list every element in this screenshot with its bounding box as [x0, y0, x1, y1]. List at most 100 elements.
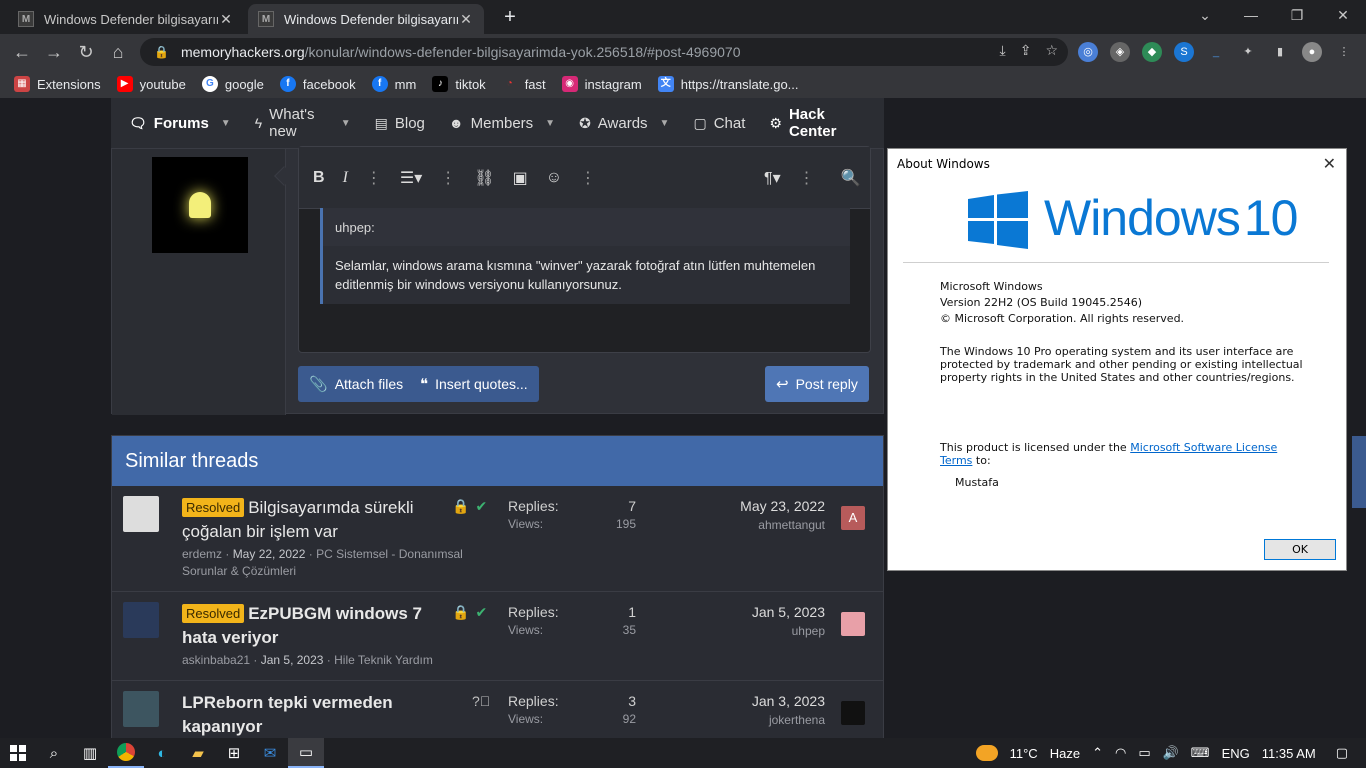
last-post[interactable]: Jan 5, 2023 uhpep	[752, 604, 825, 638]
bookmark-extensions[interactable]: ▦ Extensions	[14, 76, 101, 92]
address-bar[interactable]: 🔒 memoryhackers.org /konular/windows-def…	[140, 38, 1068, 66]
chrome-icon[interactable]	[108, 738, 144, 768]
temperature[interactable]: 11°C	[1010, 746, 1038, 761]
battery-icon[interactable]: ▭	[1138, 745, 1150, 761]
thread-row[interactable]: Resolved Bilgisayarımda sürekli çoğalan b…	[112, 486, 883, 592]
close-window-button[interactable]: ✕	[1320, 0, 1366, 30]
license-link[interactable]: Microsoft Software License	[1130, 441, 1277, 454]
more-options-icon[interactable]: ⋮	[799, 168, 815, 188]
last-poster-avatar[interactable]	[841, 701, 865, 725]
new-tab-button[interactable]: +	[498, 6, 522, 30]
winver-app-icon[interactable]: ▭	[288, 738, 324, 768]
thread-title[interactable]: LPReborn tepki vermeden kapanıyor	[182, 691, 432, 738]
reload-icon[interactable]: ↻	[74, 40, 98, 64]
thread-author[interactable]: erdemz	[182, 547, 222, 561]
keyboard-icon[interactable]: ⌨	[1191, 745, 1210, 761]
minimize-button[interactable]: —	[1228, 0, 1274, 30]
share-icon[interactable]: ⇪	[1020, 42, 1032, 59]
install-icon[interactable]: ⤓	[1000, 42, 1006, 59]
file-explorer-icon[interactable]: ▰	[180, 738, 216, 768]
extension-shazam-icon[interactable]: S	[1174, 42, 1194, 62]
edge-icon[interactable]: ◐	[144, 738, 180, 768]
tab-search-icon[interactable]: ⌄	[1182, 0, 1228, 30]
notifications-icon[interactable]: ▢	[1336, 745, 1348, 761]
avatar[interactable]	[123, 496, 159, 532]
browser-tab-active[interactable]: M Windows Defender bilgisayarımda yok | …	[248, 4, 484, 34]
attach-files-button[interactable]: 📎 Attach files	[298, 366, 415, 402]
image-icon[interactable]: ▣	[513, 168, 528, 188]
wifi-icon[interactable]: ◠	[1115, 745, 1126, 761]
nav-members[interactable]: ☻ Members ▼	[449, 115, 555, 132]
rich-text-editor[interactable]: B I ⋮ ☰▾ ⋮ ⛓ ▣ ☺ ⋮ ¶▾ ⋮ 🔍 uhpep: Selamla…	[298, 146, 871, 353]
close-tab-icon[interactable]: ✕	[218, 11, 234, 28]
forward-icon[interactable]: →	[42, 40, 66, 64]
extension-search-icon[interactable]: ◎	[1078, 42, 1098, 62]
link-icon[interactable]: ⛓	[474, 168, 494, 188]
clock[interactable]: 11:35 AM	[1262, 746, 1316, 761]
page-scrollbar[interactable]	[1352, 436, 1366, 508]
chevron-up-icon[interactable]: ⌃	[1092, 745, 1103, 761]
bookmark-mm[interactable]: f mm	[371, 76, 416, 92]
close-icon[interactable]: ✕	[1323, 149, 1336, 179]
nav-chat[interactable]: ▢ Chat	[693, 115, 745, 132]
profile-avatar[interactable]: ●	[1302, 42, 1322, 62]
thread-row[interactable]: Resolved EzPUBGM windows 7 hata veriyor a…	[112, 592, 883, 681]
last-poster-avatar[interactable]: A	[841, 506, 865, 530]
language-indicator[interactable]: ENG	[1222, 746, 1250, 761]
store-icon[interactable]: ⊞	[216, 738, 252, 768]
more-options-icon[interactable]: ⋮	[580, 168, 596, 188]
smiley-icon[interactable]: ☺	[546, 169, 562, 187]
chevron-down-icon[interactable]: ▼	[660, 118, 670, 129]
thread-title[interactable]: Resolved Bilgisayarımda sürekli çoğalan b…	[182, 496, 432, 544]
nav-hack-center[interactable]: ⚙ Hack Center	[769, 106, 860, 140]
chevron-down-icon[interactable]: ▼	[545, 118, 555, 129]
extension-shield-icon[interactable]: ◈	[1110, 42, 1130, 62]
avatar[interactable]	[123, 602, 159, 638]
search-icon[interactable]: ⌕	[36, 738, 72, 768]
start-button[interactable]	[0, 738, 36, 768]
nav-forums[interactable]: 🗨 Forums ▼	[129, 115, 231, 132]
thread-title[interactable]: Resolved EzPUBGM windows 7 hata veriyor	[182, 602, 432, 650]
bold-icon[interactable]: B	[313, 169, 325, 187]
chevron-down-icon[interactable]: ▼	[341, 118, 351, 129]
paragraph-icon[interactable]: ¶▾	[764, 168, 781, 188]
bookmark-tiktok[interactable]: ♪ tiktok	[432, 76, 486, 92]
preview-icon[interactable]: 🔍	[841, 168, 861, 188]
post-reply-button[interactable]: ↩ Post reply	[765, 366, 869, 402]
bookmark-translate[interactable]: 文 https://translate.go...	[657, 76, 799, 92]
bookmark-youtube[interactable]: ▶ youtube	[116, 76, 186, 92]
thread-author[interactable]: askinbaba21	[182, 653, 250, 667]
italic-icon[interactable]: I	[343, 169, 348, 187]
nav-whats-new[interactable]: ϟ What's new ▼	[255, 106, 351, 140]
extension-underline-icon[interactable]: _	[1206, 42, 1226, 62]
more-options-icon[interactable]: ⋮	[366, 168, 382, 188]
mail-icon[interactable]: ✉	[252, 738, 288, 768]
menu-dots-icon[interactable]: ⋮	[1334, 42, 1354, 62]
insert-quotes-button[interactable]: ❝ Insert quotes...	[409, 366, 539, 402]
extension-globe-icon[interactable]: ◆	[1142, 42, 1162, 62]
nav-blog[interactable]: ▤ Blog	[375, 115, 425, 132]
thread-row[interactable]: LPReborn tepki vermeden kapanıyor ?⃝ Rep…	[112, 681, 883, 738]
last-poster-avatar[interactable]	[841, 612, 865, 636]
nav-awards[interactable]: ✪ Awards ▼	[579, 115, 669, 132]
bookmark-star-icon[interactable]: ☆	[1045, 42, 1058, 59]
extensions-puzzle-icon[interactable]: ✦	[1238, 42, 1258, 62]
avatar[interactable]	[152, 157, 248, 253]
more-options-icon[interactable]: ⋮	[440, 168, 456, 188]
weather-text[interactable]: Haze	[1050, 746, 1080, 761]
browser-tab[interactable]: M Windows Defender bilgisayarımda yok | …	[8, 4, 244, 34]
close-tab-icon[interactable]: ✕	[458, 11, 474, 28]
last-post[interactable]: Jan 3, 2023 jokerthena	[752, 693, 825, 727]
license-terms-link[interactable]: Terms	[940, 454, 972, 467]
volume-icon[interactable]: 🔊	[1163, 745, 1179, 761]
avatar[interactable]	[123, 691, 159, 727]
back-icon[interactable]: ←	[10, 40, 34, 64]
bookmark-google[interactable]: Ggoogle	[201, 76, 264, 92]
ok-button[interactable]: OK	[1264, 539, 1336, 560]
list-icon[interactable]: ☰▾	[400, 168, 422, 188]
side-panel-icon[interactable]: ▮	[1270, 42, 1290, 62]
last-post[interactable]: May 23, 2022 ahmettangut	[740, 498, 825, 532]
bookmark-fast[interactable]: ◔ fast	[502, 76, 546, 92]
bookmark-instagram[interactable]: ◉ instagram	[561, 76, 642, 92]
task-view-icon[interactable]: ▥	[72, 738, 108, 768]
